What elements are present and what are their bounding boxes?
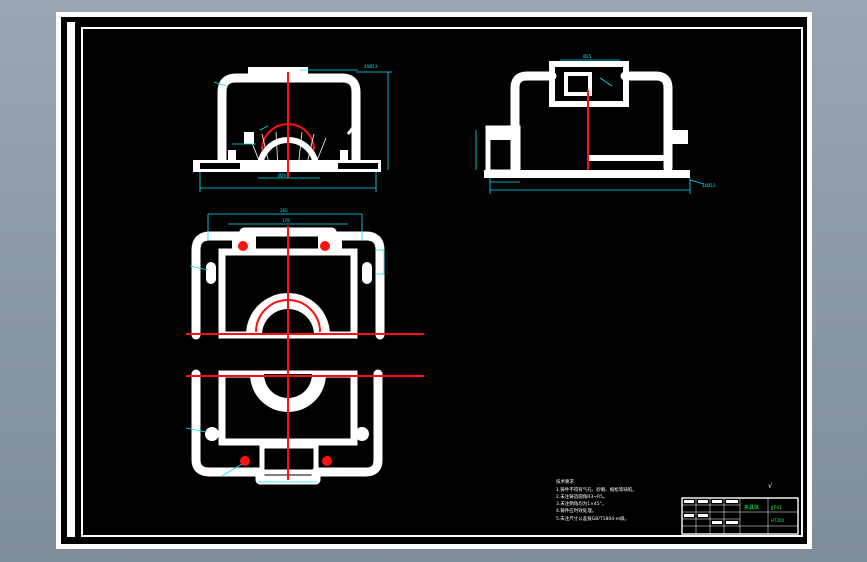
title-drawing-no: JJT-01: [770, 505, 782, 510]
drawing-canvas[interactable]: .part{stroke:#ffffff;stroke-width:9;fill…: [0, 0, 867, 562]
roughness-symbol: √: [768, 482, 773, 490]
title-part-name: 夹具体: [744, 504, 759, 511]
plan-view-hole-left: [205, 427, 219, 441]
plan-dim-overall-text: 260: [280, 208, 288, 213]
side-view-base: [484, 170, 690, 178]
notes-line-2: 2.未注铸造圆角R3~R5。: [556, 493, 608, 500]
side-view-rail: [588, 155, 668, 161]
plan-view-hole-right: [355, 427, 369, 441]
notes-line-3: 3.未注倒角均为1×45°。: [556, 500, 606, 507]
plan-view-pin-left: [238, 241, 248, 251]
notes-line-4: 4.铸件应时效处理。: [556, 507, 596, 514]
front-view-base-slot-left: [200, 163, 240, 169]
front-view-top-boss: [248, 67, 308, 76]
cad-viewport[interactable]: .part{stroke:#ffffff;stroke-width:9;fill…: [0, 0, 867, 562]
plan-dim-inner-text: 178: [282, 218, 290, 223]
front-dim-callout: 4XØ13: [364, 64, 378, 69]
plan-view-pin-right: [320, 241, 330, 251]
binding-margin-bar: [67, 22, 75, 537]
side-view-ear-top: [490, 130, 516, 140]
title-material: HT200: [771, 518, 785, 523]
sheet-background: [61, 17, 807, 544]
side-dim-callout: 2XØ13: [702, 183, 716, 188]
front-dim-bore: Ø20: [278, 173, 287, 178]
front-view-screw-right: [340, 150, 348, 160]
front-view-screw-left: [228, 150, 236, 160]
plan-view-ear-right: [362, 262, 372, 284]
notes-line-1: 1.铸件不得有气孔、砂眼、缩松等缺陷。: [556, 486, 637, 493]
notes-heading: 技术要求: [556, 478, 574, 485]
front-view-base-slot-right: [338, 163, 378, 169]
notes-line-5: 5.未注尺寸公差按GB/T1804-m级。: [556, 515, 629, 522]
side-view-right-ear: [664, 130, 688, 144]
plan-view-lower-pin-right: [322, 456, 332, 466]
front-view-rib: [244, 132, 254, 144]
plan-view-ear-left: [206, 262, 216, 284]
side-dim-top: Ø25: [583, 54, 592, 59]
